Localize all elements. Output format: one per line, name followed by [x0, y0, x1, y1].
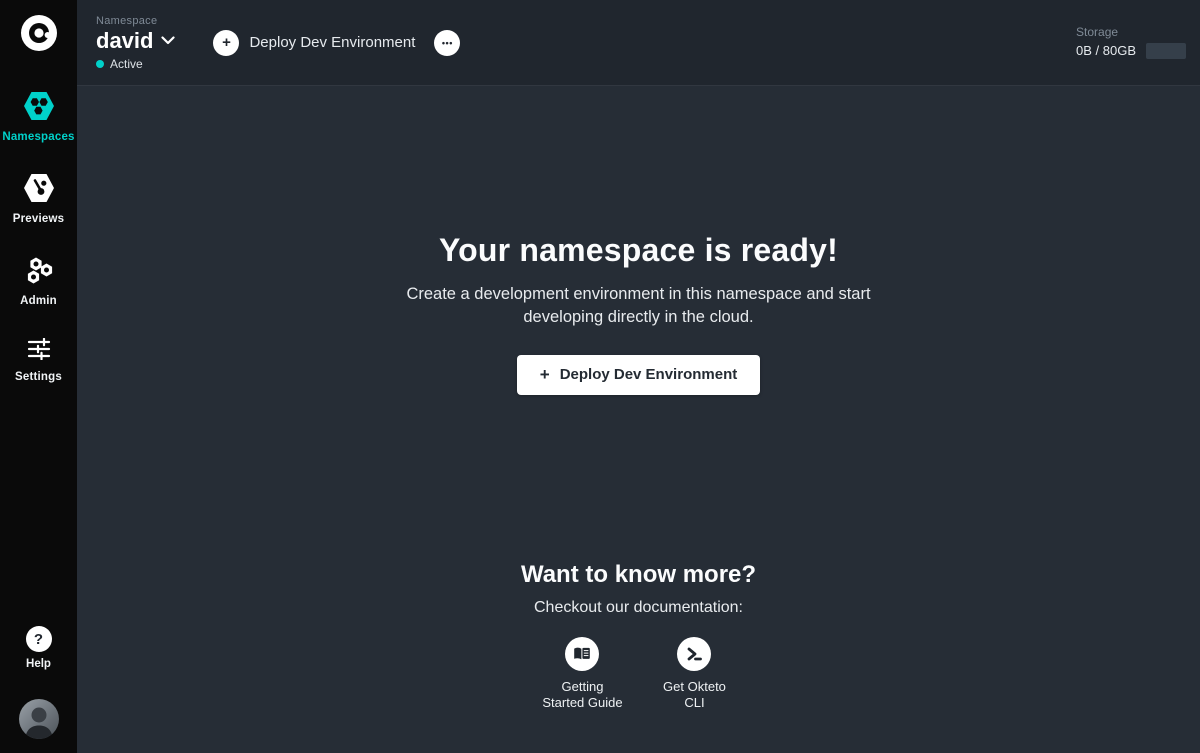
doc-links: Getting Started Guide Get Okteto CLI: [533, 637, 743, 712]
deploy-dev-environment-menu-button[interactable]: + Deploy Dev Environment: [213, 30, 415, 56]
documentation-section: Want to know more? Checkout our document…: [521, 561, 756, 712]
status-label: Active: [110, 57, 143, 71]
deploy-menu-label: Deploy Dev Environment: [249, 34, 415, 51]
chevron-down-icon: [161, 32, 175, 50]
ellipsis-icon: •••: [442, 38, 453, 48]
storage-progress-bar: [1146, 43, 1186, 59]
previews-hexagon-branch-icon: [24, 174, 54, 207]
namespace-status: Active: [96, 57, 175, 71]
app-window: Namespaces Previews: [0, 0, 1200, 753]
status-dot-icon: [96, 60, 104, 68]
sidebar-item-label: Admin: [20, 295, 57, 307]
namespace-name: david: [96, 28, 153, 54]
help-label: Help: [26, 658, 51, 670]
admin-hex-nuts-icon: [23, 256, 55, 289]
sidebar-item-label: Settings: [15, 371, 62, 383]
page-subtitle: Create a development environment in this…: [404, 283, 874, 330]
docs-title: Want to know more?: [521, 561, 756, 589]
sidebar-item-label: Namespaces: [2, 131, 74, 143]
sidebar-item-admin[interactable]: Admin: [0, 256, 77, 307]
storage-usage: 0B / 80GB: [1076, 43, 1136, 58]
doc-link-label: Get Okteto CLI: [663, 679, 726, 712]
get-okteto-cli-link[interactable]: Get Okteto CLI: [645, 637, 743, 712]
doc-link-label: Getting Started Guide: [542, 679, 622, 712]
sidebar-item-settings[interactable]: Settings: [0, 338, 77, 383]
storage-indicator: Storage 0B / 80GB: [1076, 25, 1186, 59]
book-icon: [565, 637, 599, 671]
docs-subtitle: Checkout our documentation:: [534, 599, 743, 617]
sidebar-bottom: ? Help: [19, 626, 59, 753]
getting-started-guide-link[interactable]: Getting Started Guide: [533, 637, 631, 712]
plus-glyph: +: [222, 34, 231, 51]
help-button[interactable]: ? Help: [26, 626, 52, 670]
sidebar-item-label: Previews: [13, 213, 64, 225]
terminal-icon: [677, 637, 711, 671]
deploy-dev-environment-button[interactable]: + Deploy Dev Environment: [517, 355, 760, 395]
deploy-button-label: Deploy Dev Environment: [560, 366, 738, 383]
empty-namespace-hero: Your namespace is ready! Create a develo…: [404, 86, 874, 395]
main-content: Your namespace is ready! Create a develo…: [77, 85, 1200, 753]
namespaces-hexagons-icon: [24, 92, 54, 125]
settings-sliders-icon: [27, 338, 51, 365]
sidebar-item-previews[interactable]: Previews: [0, 174, 77, 225]
plus-circle-icon: +: [213, 30, 239, 56]
content-column: Namespace david Active +: [77, 0, 1200, 753]
help-glyph: ?: [34, 631, 43, 648]
okteto-logo-icon[interactable]: [21, 15, 57, 51]
storage-title: Storage: [1076, 25, 1186, 39]
sidebar-nav: Namespaces Previews: [0, 92, 77, 383]
namespace-overline: Namespace: [96, 15, 175, 27]
page-title: Your namespace is ready!: [439, 232, 838, 269]
sidebar: Namespaces Previews: [0, 0, 77, 753]
question-mark-icon: ?: [26, 626, 52, 652]
plus-glyph: +: [540, 365, 550, 385]
user-avatar[interactable]: [19, 699, 59, 739]
more-options-button[interactable]: •••: [434, 30, 460, 56]
namespace-selector[interactable]: Namespace david Active: [96, 15, 175, 71]
top-bar: Namespace david Active +: [77, 0, 1200, 85]
sidebar-item-namespaces[interactable]: Namespaces: [0, 92, 77, 143]
